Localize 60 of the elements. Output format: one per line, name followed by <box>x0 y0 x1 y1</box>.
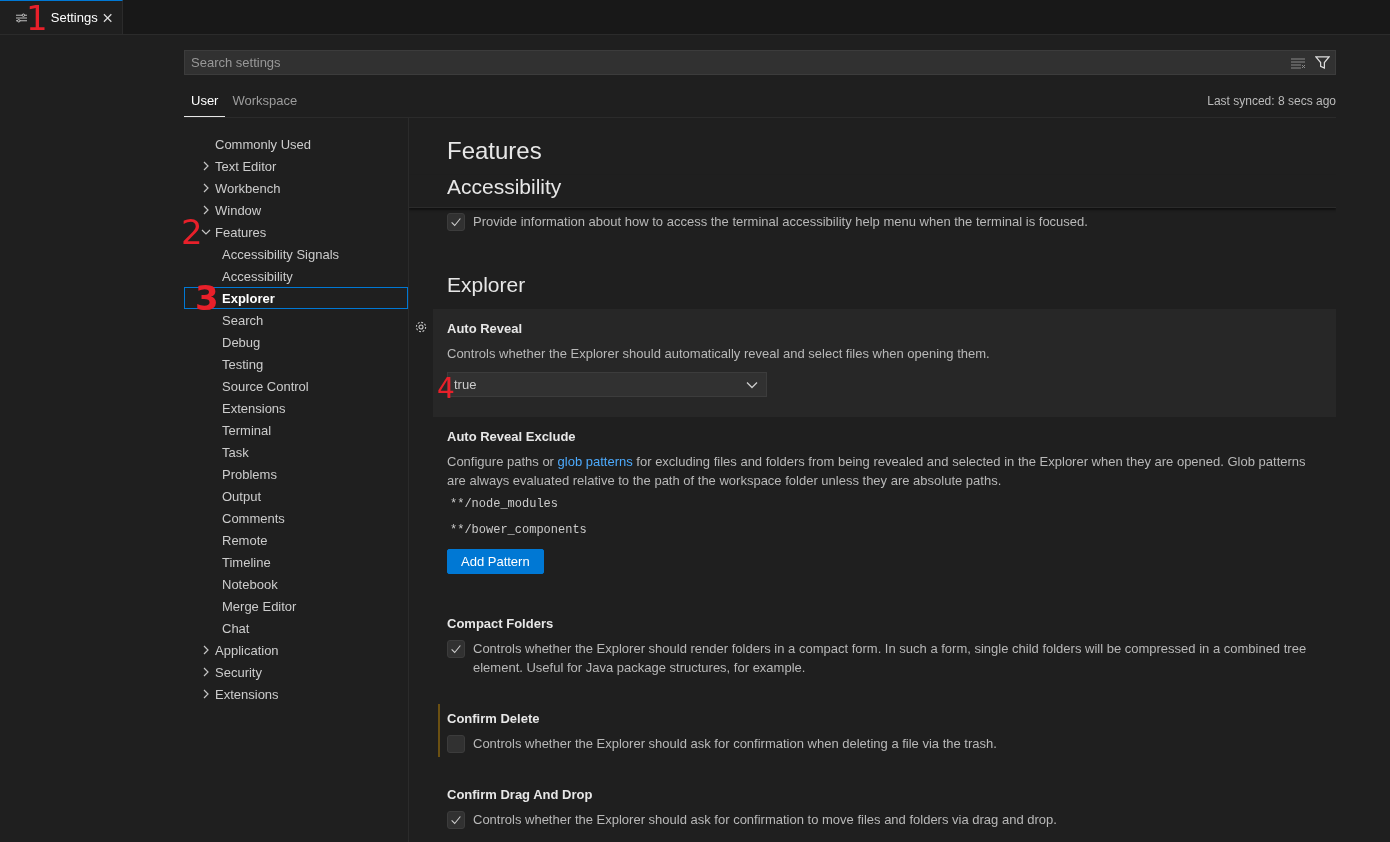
setting-title: Compact Folders <box>447 616 555 631</box>
setting-description: Controls whether the Explorer should render folders in a compact form. In such a form, single child folders will be compressed in a combined tree element. Useful for Java package structures, for example. <box>473 640 1308 677</box>
category-heading: Features <box>446 137 543 166</box>
checkbox[interactable] <box>447 811 465 829</box>
tree-item[interactable]: Notebook <box>184 573 408 595</box>
tree-item[interactable]: Task <box>184 441 408 463</box>
checkbox[interactable] <box>447 640 465 658</box>
tree-item[interactable]: Comments <box>184 507 408 529</box>
chevron-right-icon <box>201 667 211 677</box>
tree-item[interactable]: Security <box>184 661 408 683</box>
tree-item[interactable]: Debug <box>184 331 408 353</box>
clear-filter-icon[interactable] <box>1290 57 1306 69</box>
setting-title: Auto Reveal <box>447 321 524 336</box>
chevron-right-icon <box>201 183 211 193</box>
tree-item[interactable]: Source Control <box>184 375 408 397</box>
setting-title: Auto Reveal Exclude <box>447 429 577 444</box>
setting-description: Controls whether the Explorer should ask for confirmation to move files and folders via drag and drop. <box>473 811 1057 829</box>
filter-icon[interactable] <box>1315 55 1330 70</box>
tree-item[interactable]: Extensions <box>184 683 408 705</box>
tree-item[interactable]: Commonly Used <box>184 133 408 155</box>
tree-item[interactable]: Testing <box>184 353 408 375</box>
link[interactable]: glob patterns <box>557 454 633 469</box>
tree-item[interactable]: Problems <box>184 463 408 485</box>
chevron-down-icon <box>746 380 758 389</box>
chevron-right-icon <box>201 689 211 699</box>
tree-item[interactable]: Remote <box>184 529 408 551</box>
list-item[interactable]: **/bower_components <box>447 518 1322 542</box>
scope-tab[interactable]: Workspace <box>225 84 305 117</box>
tree-item[interactable]: Application <box>184 639 408 661</box>
sync-status: Last synced: 8 secs ago <box>1207 93 1336 108</box>
tree-item[interactable]: Output <box>184 485 408 507</box>
setting-description: Provide information about how to access the terminal accessibility help menu when the terminal is focused. <box>473 213 1088 231</box>
scope-tab[interactable]: User <box>184 84 226 117</box>
section-heading: Explorer <box>446 273 527 298</box>
chevron-right-icon <box>201 645 211 655</box>
gear-icon[interactable] <box>414 320 428 334</box>
close-icon[interactable] <box>102 12 112 23</box>
tree-item[interactable]: Terminal <box>184 419 408 441</box>
add-pattern-button[interactable]: Add Pattern <box>447 549 544 574</box>
annotation-number: 1 <box>26 0 48 35</box>
setting-title: Confirm Delete <box>447 711 541 726</box>
checkbox[interactable] <box>447 213 465 231</box>
tree-item[interactable]: Merge Editor <box>184 595 408 617</box>
setting-title: Confirm Drag And Drop <box>447 787 594 802</box>
search-field[interactable]: Search settings <box>184 50 1336 75</box>
setting-description: Configure paths or glob patterns for excluding files and folders from being revealed and selected in the Explorer when they are opened. Glob patterns are always evaluated relative to the path of the workspace folder unless they are absolute paths. <box>447 453 1307 490</box>
checkbox[interactable] <box>447 735 465 753</box>
chevron-right-icon <box>201 205 211 215</box>
chevron-down-icon <box>201 227 211 237</box>
chevron-right-icon <box>201 161 211 171</box>
tree-item[interactable]: Timeline <box>184 551 408 573</box>
tree-item[interactable]: Chat <box>184 617 408 639</box>
tree-item[interactable]: Text Editor <box>184 155 408 177</box>
sliders-icon <box>16 12 28 23</box>
tree-item[interactable]: Workbench <box>184 177 408 199</box>
list-item[interactable]: **/node_modules <box>447 492 1322 516</box>
section-heading: Accessibility <box>409 175 1336 208</box>
setting-description: Controls whether the Explorer should automatically reveal and select files when opening them. <box>447 345 991 363</box>
tree-item[interactable]: Extensions <box>184 397 408 419</box>
setting-description: Controls whether the Explorer should ask for confirmation when deleting a file via the trash. <box>473 735 997 753</box>
